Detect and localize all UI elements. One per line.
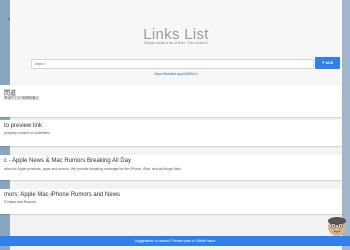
link-card-description: S News and Rumors <box>4 200 37 204</box>
right-edge-strip <box>342 0 350 250</box>
header: Links List Simply create a list of links… <box>10 0 342 82</box>
link-card[interactable]: mors: Apple Mac iPhone Rumors and News S… <box>0 189 342 214</box>
link-card-title: mors: Apple Mac iPhone Rumors and News <box>4 192 121 198</box>
add-button-label: ADD <box>325 61 334 65</box>
link-card-title: to preview link <box>4 123 43 129</box>
url-input[interactable] <box>31 59 314 69</box>
link-card-title: c - Apple News & Mac Rumors Breaking All… <box>4 158 132 164</box>
link-card[interactable]: 問道 問道的日記與網路筆記 <box>0 85 342 117</box>
footer-bar[interactable]: Suggestions or issues? Please open a Git… <box>0 236 350 246</box>
plus-icon: + <box>321 59 325 66</box>
add-button[interactable]: + ADD <box>315 57 340 69</box>
share-link[interactable]: https://linkslist.app/id/5f0d1c <box>10 72 342 76</box>
link-card[interactable]: to preview link property content of unde… <box>0 120 342 146</box>
link-card-description: ation for Apple products, apps and rumor… <box>4 167 182 171</box>
mascot-icon <box>328 217 346 236</box>
footer-text: Suggestions or issues? Please open a Git… <box>134 239 216 243</box>
link-card-description: property content of undefined <box>4 131 50 135</box>
link-card[interactable]: c - Apple News & Mac Rumors Breaking All… <box>0 155 342 180</box>
link-card-description: 問道的日記與網路筆記 <box>4 96 39 100</box>
page-subtitle: Simply create a list of links. Then shar… <box>143 41 209 45</box>
